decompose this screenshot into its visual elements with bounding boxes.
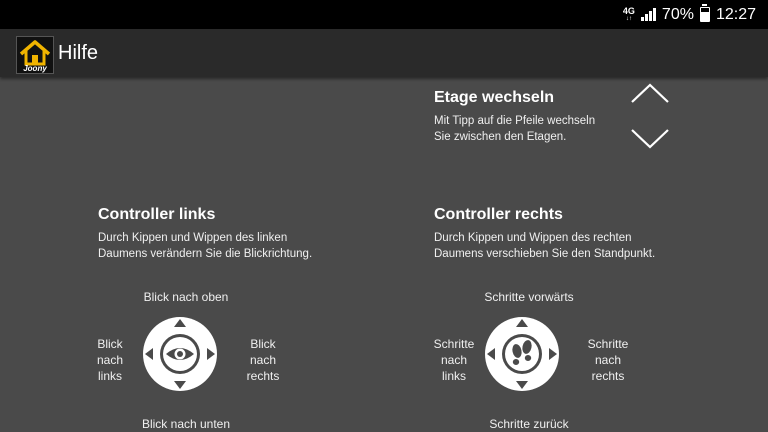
controller-right-description: Durch Kippen und Wippen des rechten Daum…: [434, 232, 656, 260]
app-bar: Joony: [0, 29, 768, 77]
status-icons: 4G ↓↑ 70% 12:27: [623, 0, 756, 29]
controller-right[interactable]: [484, 316, 560, 392]
floor-section-description: Mit Tipp auf die Pfeile wechseln Sie zwi…: [434, 115, 596, 143]
network-activity: ↓↑: [625, 16, 632, 22]
label-step-forward: Schritte vorwärts: [484, 290, 574, 304]
label-step-right: Schritte nach rechts: [587, 337, 629, 383]
label-step-back: Schritte zurück: [489, 417, 569, 431]
chevron-up-icon: [631, 83, 669, 103]
network-indicator: 4G ↓↑: [622, 6, 635, 23]
app-logo[interactable]: Joony: [16, 36, 54, 74]
controller-left[interactable]: [142, 316, 218, 392]
controller-left-description: Durch Kippen und Wippen des linken Daume…: [98, 232, 313, 260]
floor-up-button[interactable]: [630, 82, 670, 106]
page-title: Hilfe: [58, 42, 99, 64]
label-look-up: Blick nach oben: [143, 290, 229, 304]
label-step-left: Schritte nach links: [433, 337, 475, 383]
logo-text: Joony: [23, 64, 47, 73]
battery-icon: [699, 4, 710, 22]
label-look-right: Blick nach rechts: [246, 337, 280, 383]
chevron-down-icon: [631, 129, 669, 149]
clock: 12:27: [715, 5, 756, 23]
signal-icon: [640, 8, 656, 21]
label-look-left: Blick nach links: [96, 337, 124, 383]
battery-level: [700, 11, 709, 21]
network-type: 4G: [622, 6, 635, 16]
floor-section-title: Etage wechseln: [434, 89, 555, 106]
battery-percent: 70%: [661, 5, 694, 23]
floor-down-button[interactable]: [630, 126, 670, 150]
controller-left-title: Controller links: [98, 206, 216, 223]
controller-right-title: Controller rechts: [434, 206, 563, 223]
status-bar: 4G ↓↑ 70% 12:27: [0, 0, 768, 29]
label-look-down: Blick nach unten: [141, 417, 231, 431]
